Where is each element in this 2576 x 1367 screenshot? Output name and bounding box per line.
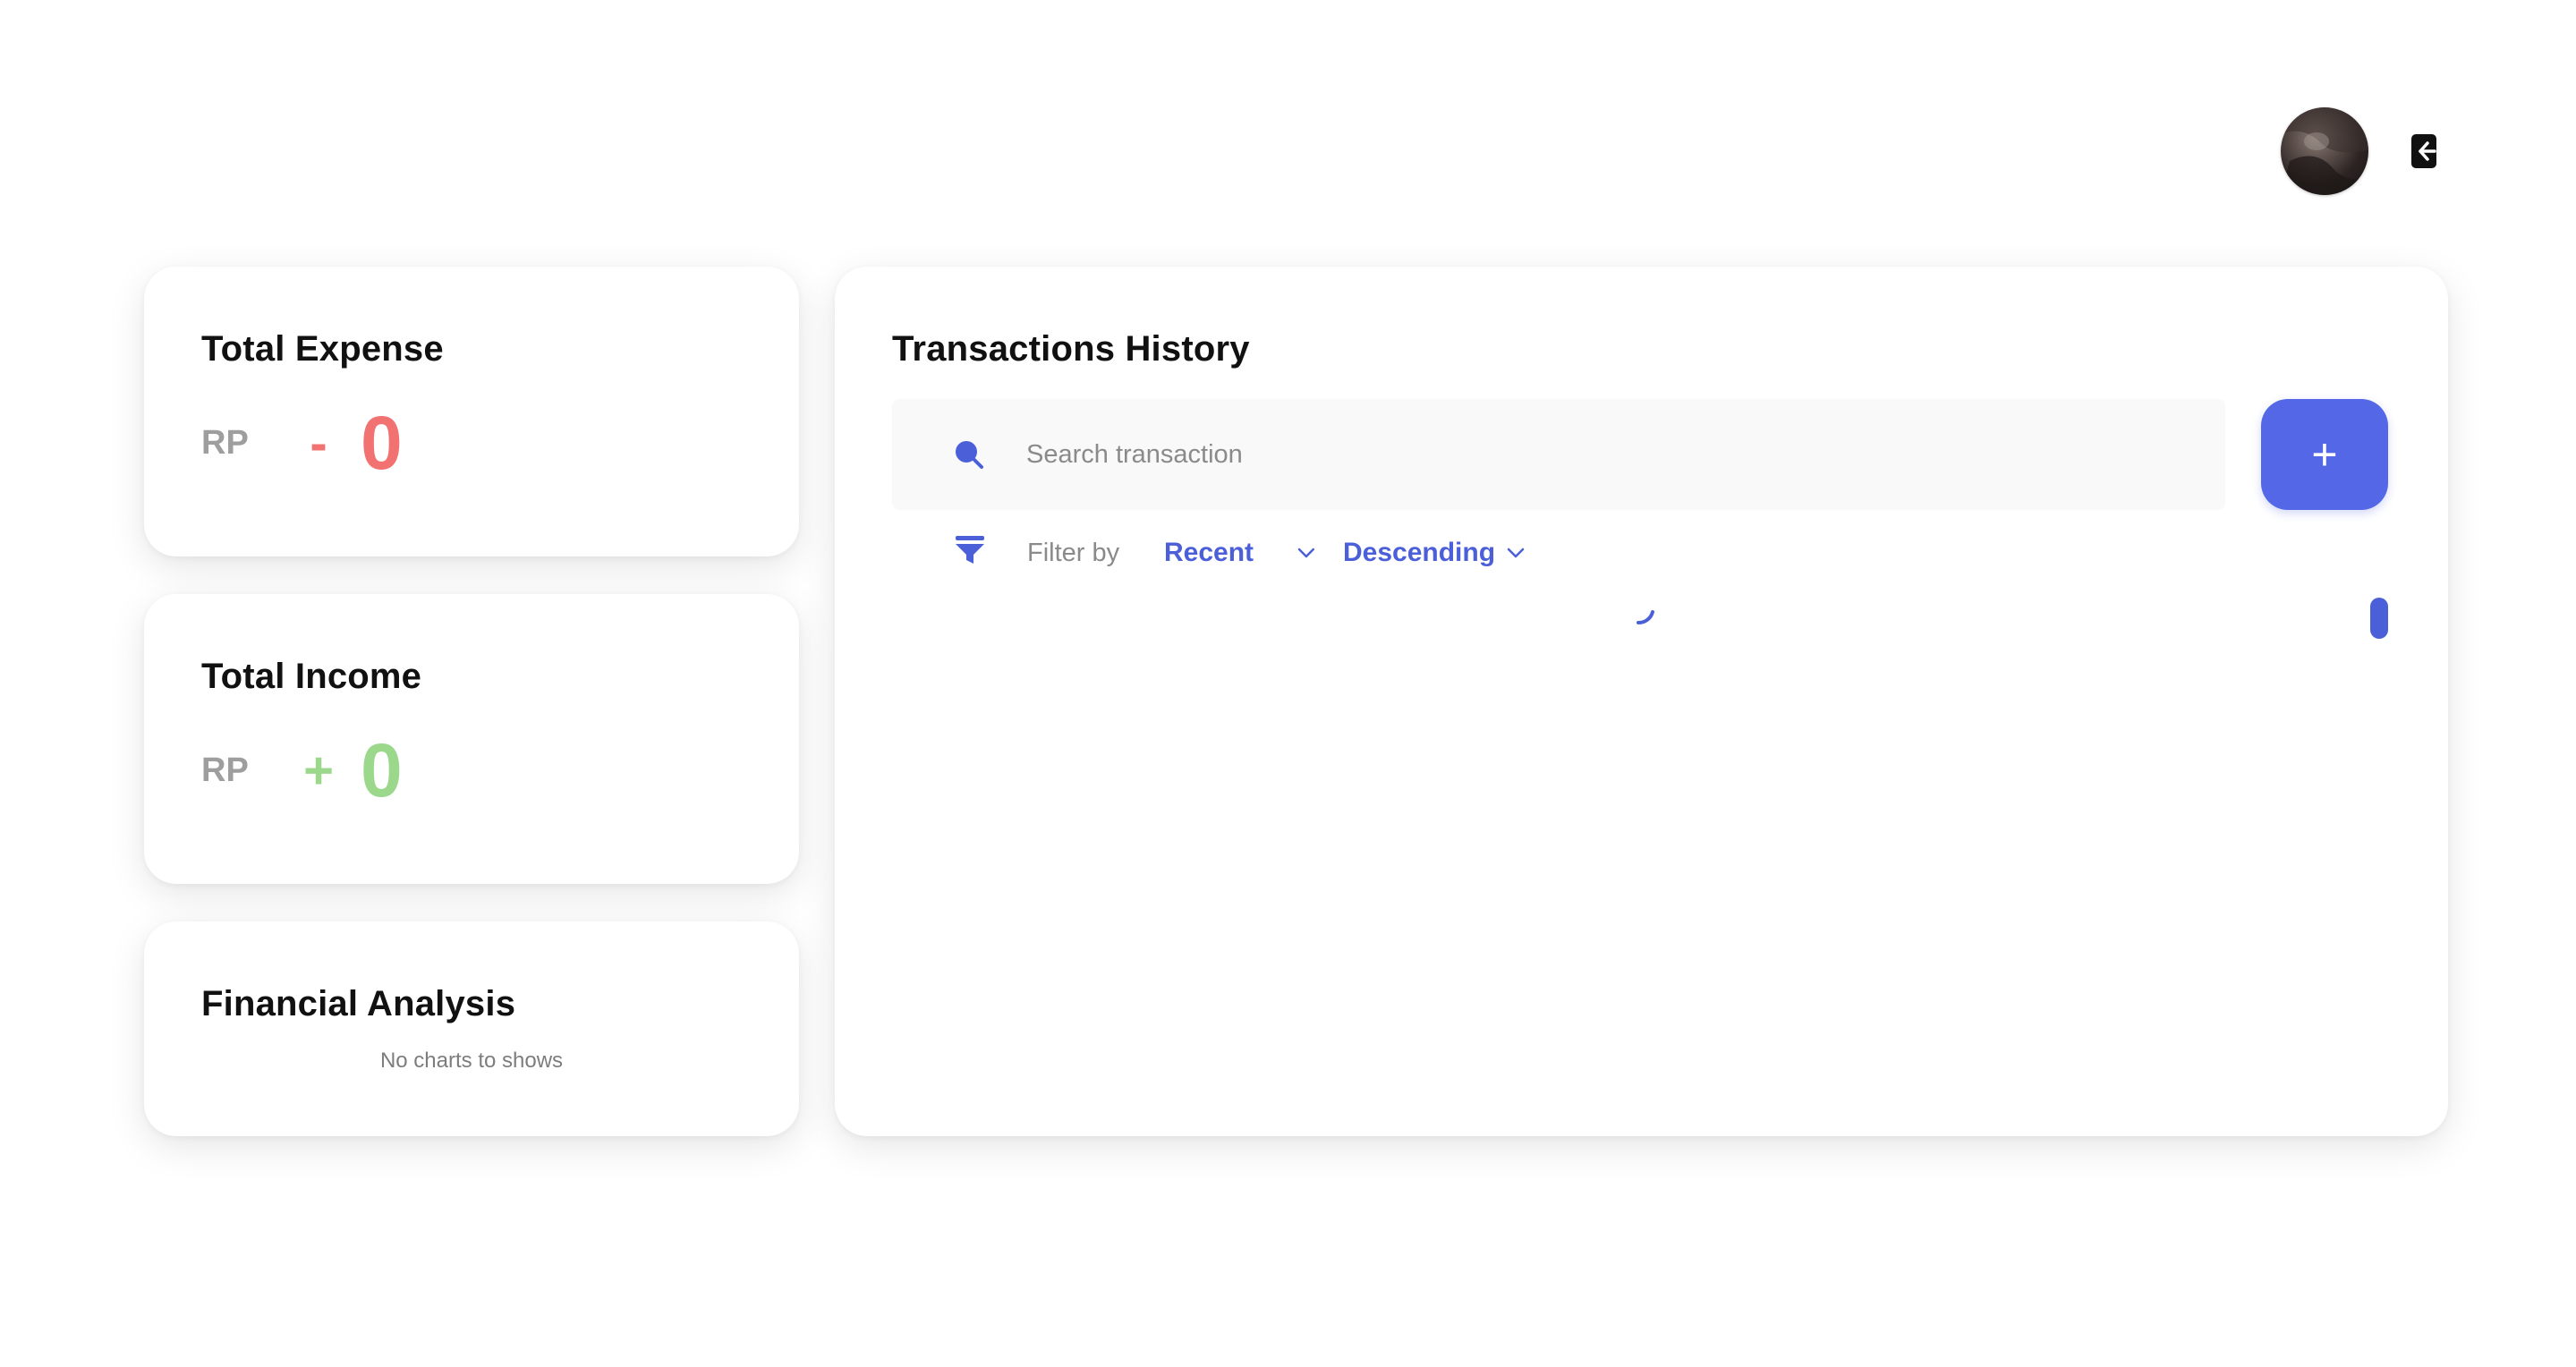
expense-amount: RP - 0 <box>201 401 403 485</box>
total-expense-title: Total Expense <box>201 329 444 369</box>
total-income-title: Total Income <box>201 657 422 696</box>
expense-value: 0 <box>361 400 403 485</box>
search-bar <box>892 399 2225 510</box>
filter-by-label: Filter by <box>1027 539 1120 567</box>
total-income-card: Total Income RP + 0 <box>144 594 799 884</box>
filter-icon <box>956 536 984 564</box>
transactions-history-title: Transactions History <box>892 329 1250 369</box>
sort-order-value: Descending <box>1343 538 1496 567</box>
add-transaction-button[interactable]: + <box>2261 399 2388 510</box>
dashboard-page: Total Expense RP - 0 Total Income RP + 0… <box>0 0 2576 1367</box>
loading-spinner-icon <box>1637 610 1654 624</box>
user-avatar[interactable] <box>2281 107 2368 195</box>
expense-sign: - <box>310 413 327 472</box>
financial-analysis-title: Financial Analysis <box>201 984 516 1023</box>
financial-analysis-card: Financial Analysis No charts to shows <box>144 921 799 1136</box>
transactions-history-card: Transactions History + Filter by Recent <box>835 267 2448 1136</box>
chevron-down-icon <box>1507 548 1525 558</box>
chevron-down-icon <box>1297 548 1315 558</box>
sort-order-dropdown[interactable]: Descending <box>1343 535 1526 571</box>
income-amount: RP + 0 <box>201 727 403 812</box>
filter-bar: Filter by Recent Descending <box>835 531 1819 576</box>
income-currency: RP <box>201 751 249 789</box>
sort-field-value: Recent <box>1164 538 1254 567</box>
search-transaction-input[interactable] <box>1026 399 2189 510</box>
scrollbar-thumb[interactable] <box>2370 598 2388 639</box>
income-sign: + <box>303 741 334 800</box>
sort-field-dropdown[interactable]: Recent <box>1164 535 1316 571</box>
total-expense-card: Total Expense RP - 0 <box>144 267 799 556</box>
avatar-photo-icon <box>2281 107 2368 195</box>
logout-icon[interactable] <box>2410 132 2438 170</box>
expense-currency: RP <box>201 423 249 462</box>
no-charts-message: No charts to shows <box>379 1049 564 1073</box>
search-icon <box>956 441 983 469</box>
income-value: 0 <box>361 727 403 812</box>
